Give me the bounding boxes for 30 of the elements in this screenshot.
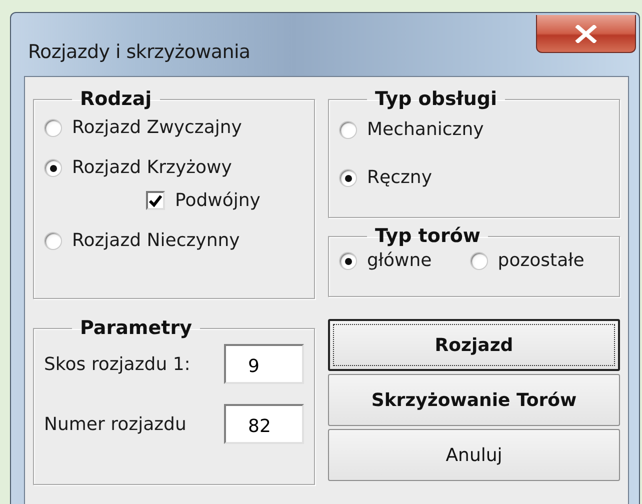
- radio-button[interactable]: [339, 169, 357, 187]
- close-button[interactable]: [536, 15, 636, 53]
- dialog-button[interactable]: Anuluj: [328, 429, 620, 481]
- radio-button[interactable]: [339, 252, 357, 270]
- input-field[interactable]: 9: [224, 344, 304, 384]
- radio-label[interactable]: główne: [367, 252, 432, 270]
- window-title: Rozjazdy i skrzyżowania: [28, 43, 250, 62]
- radio-label[interactable]: Ręczny: [367, 169, 432, 187]
- input-field[interactable]: 82: [224, 404, 304, 444]
- checkbox[interactable]: [146, 191, 165, 210]
- radio-label[interactable]: Rozjazd Zwyczajny: [72, 119, 242, 137]
- radio-button[interactable]: [339, 121, 357, 139]
- field-label: Skos rozjazdu 1:: [44, 352, 190, 376]
- radio-label[interactable]: Mechaniczny: [367, 121, 484, 139]
- dialog-button[interactable]: Rozjazd: [328, 319, 620, 371]
- radio-button[interactable]: [44, 232, 62, 250]
- dialog-button[interactable]: Skrzyżowanie Torów: [328, 374, 620, 426]
- radio-label[interactable]: Rozjazd Krzyżowy: [72, 159, 232, 177]
- group-title: Parametry: [79, 319, 193, 338]
- radio-label[interactable]: Rozjazd Nieczynny: [72, 232, 240, 250]
- radio-button[interactable]: [44, 159, 62, 177]
- group-title: Rodzaj: [79, 90, 153, 109]
- group-title: Typ torów: [374, 227, 482, 246]
- close-icon: [575, 24, 597, 42]
- field-label: Numer rozjazdu: [44, 412, 186, 436]
- radio-button[interactable]: [44, 119, 62, 137]
- radio-button[interactable]: [470, 252, 488, 270]
- group-title: Typ obsługi: [374, 90, 498, 109]
- radio-label[interactable]: pozostałe: [498, 252, 584, 270]
- checkbox-label[interactable]: Podwójny: [175, 192, 260, 210]
